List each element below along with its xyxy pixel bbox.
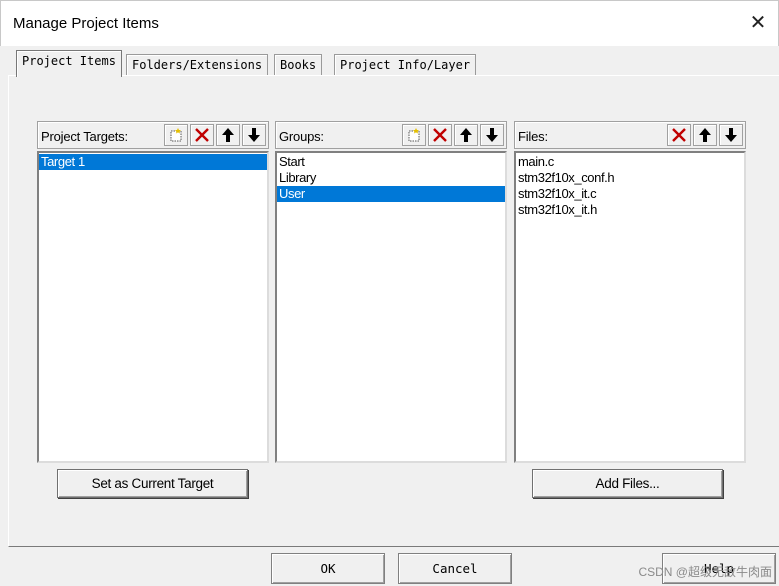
tab-project-info-layer[interactable]: Project Info/Layer [334, 54, 477, 76]
arrow-up-icon [222, 128, 234, 142]
list-item[interactable]: Target 1 [39, 154, 267, 170]
title-bar: Manage Project Items ✕ [0, 0, 779, 46]
move-file-down-button[interactable] [719, 124, 743, 146]
new-target-button[interactable] [164, 124, 188, 146]
list-item[interactable]: Start [277, 154, 505, 170]
list-item[interactable]: stm32f10x_it.c [516, 186, 744, 202]
list-item[interactable]: Library [277, 170, 505, 186]
list-item[interactable]: stm32f10x_it.h [516, 202, 744, 218]
arrow-up-icon [699, 128, 711, 142]
arrow-down-icon [248, 128, 260, 142]
files-list[interactable]: main.c stm32f10x_conf.h stm32f10x_it.c s… [514, 151, 746, 463]
tab-project-items[interactable]: Project Items [16, 50, 122, 77]
new-item-icon [170, 128, 182, 142]
move-target-up-button[interactable] [216, 124, 240, 146]
delete-icon [195, 128, 209, 142]
files-group: Files: main.c stm32f10x_conf.h stm32f10x… [514, 121, 746, 463]
targets-list[interactable]: Target 1 [37, 151, 269, 463]
list-item[interactable]: User [277, 186, 505, 202]
window-title: Manage Project Items [13, 15, 159, 32]
delete-target-button[interactable] [190, 124, 214, 146]
groups-list[interactable]: Start Library User [275, 151, 507, 463]
move-group-down-button[interactable] [480, 124, 504, 146]
delete-icon [433, 128, 447, 142]
delete-icon [672, 128, 686, 142]
ok-button[interactable]: OK [271, 553, 385, 584]
add-files-button[interactable]: Add Files... [532, 469, 723, 498]
move-group-up-button[interactable] [454, 124, 478, 146]
list-item[interactable]: stm32f10x_conf.h [516, 170, 744, 186]
groups-group: Groups: Start Library User [275, 121, 507, 463]
cancel-button[interactable]: Cancel [398, 553, 512, 584]
tab-folders-extensions[interactable]: Folders/Extensions [126, 54, 269, 76]
list-item[interactable]: main.c [516, 154, 744, 170]
files-header: Files: [514, 121, 746, 149]
move-target-down-button[interactable] [242, 124, 266, 146]
groups-header: Groups: [275, 121, 507, 149]
arrow-down-icon [486, 128, 498, 142]
files-label: Files: [518, 129, 548, 144]
groups-label: Groups: [279, 129, 324, 144]
close-icon[interactable]: ✕ [746, 11, 770, 35]
tab-books[interactable]: Books [274, 54, 323, 76]
move-file-up-button[interactable] [693, 124, 717, 146]
targets-header: Project Targets: [37, 121, 269, 149]
tab-strip: Project Items Folders/Extensions Books P… [8, 46, 779, 77]
targets-label: Project Targets: [41, 129, 128, 144]
set-current-target-button[interactable]: Set as Current Target [57, 469, 248, 498]
delete-file-button[interactable] [667, 124, 691, 146]
delete-group-button[interactable] [428, 124, 452, 146]
arrow-down-icon [725, 128, 737, 142]
arrow-up-icon [460, 128, 472, 142]
targets-group: Project Targets: Target 1 [37, 121, 269, 463]
new-group-button[interactable] [402, 124, 426, 146]
new-item-icon [408, 128, 420, 142]
watermark: CSDN @超级无敌牛肉面 [638, 565, 772, 579]
